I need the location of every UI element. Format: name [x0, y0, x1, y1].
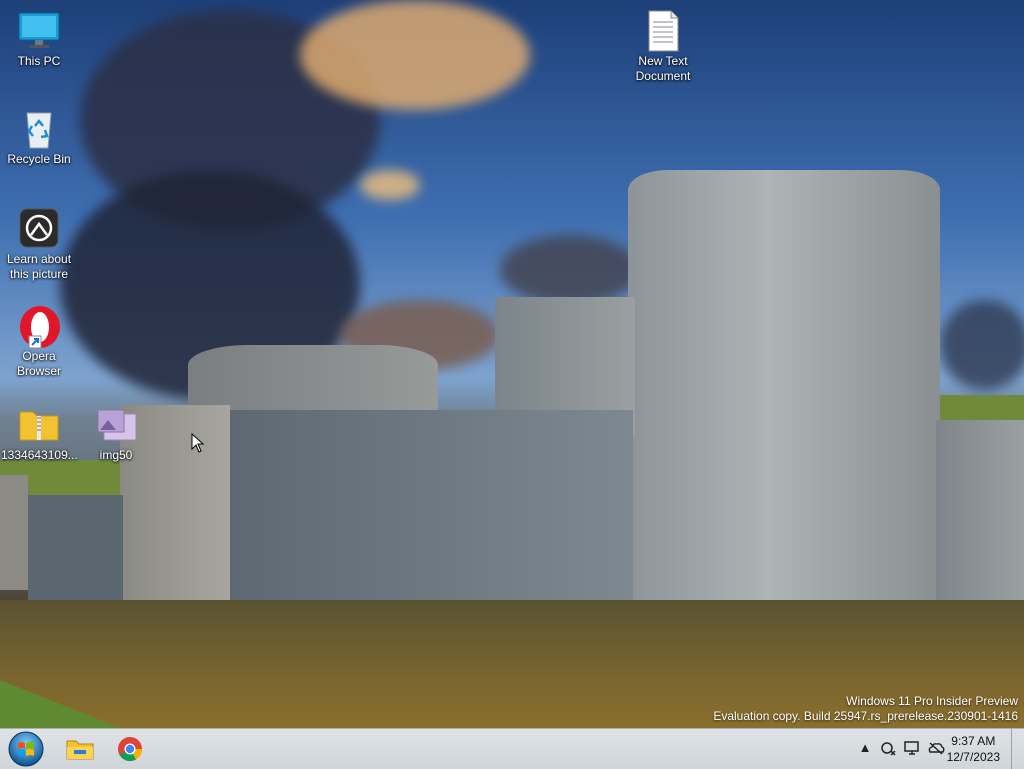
chrome-icon [118, 737, 142, 762]
monitor-icon [17, 10, 61, 50]
desktop-icon-zip-folder[interactable]: 1334643109... [1, 404, 78, 463]
wallpaper-cloud [500, 235, 640, 305]
desktop-icon-label: 1334643109... [1, 448, 78, 462]
taskbar-clock[interactable]: 9:37 AM 12/7/2023 [947, 733, 1000, 765]
start-button[interactable] [4, 731, 48, 767]
taskbar: ▲ 9:37 AM 12/7/2023 [0, 728, 1024, 769]
opera-icon [17, 305, 61, 349]
desktop-icon-label: Learn about this picture [6, 252, 72, 281]
castle-wall [0, 475, 28, 590]
windows-watermark: Windows 11 Pro Insider Preview Evaluatio… [713, 694, 1018, 724]
text-document-icon [641, 10, 685, 52]
castle-wall [936, 420, 1024, 610]
desktop-icon-this-pc[interactable]: This PC [1, 10, 77, 69]
network-icon[interactable] [879, 739, 897, 757]
desktop-icon-label: Recycle Bin [7, 152, 71, 166]
watermark-line-2: Evaluation copy. Build 25947.rs_prerelea… [713, 709, 1018, 723]
desktop-icon-recycle-bin[interactable]: Recycle Bin [1, 108, 77, 167]
zip-folder-icon [17, 404, 61, 444]
chevron-up-icon[interactable]: ▲ [856, 739, 874, 757]
wallpaper-cloud [940, 300, 1024, 390]
onedrive-offline-icon[interactable] [927, 739, 945, 757]
desktop-icon-img50[interactable]: img50 [78, 404, 154, 463]
desktop-icon-new-text-document[interactable]: New Text Document [625, 10, 701, 84]
mouse-cursor-icon [191, 433, 205, 453]
display-icon[interactable] [903, 739, 921, 757]
taskbar-chrome[interactable] [108, 731, 152, 767]
desktop-icon-label: img50 [99, 448, 133, 462]
wallpaper-cloud [360, 170, 420, 200]
start-orb-icon [8, 731, 44, 767]
clock-date: 12/7/2023 [946, 750, 1000, 764]
image-file-icon [94, 404, 138, 444]
castle-wall [28, 495, 123, 600]
wallpaper-cloud [300, 0, 530, 110]
desktop-wallpaper: This PC Recycle Bin Learn about this pic… [0, 0, 1024, 728]
watermark-line-1: Windows 11 Pro Insider Preview [846, 694, 1018, 708]
desktop-icon-opera-browser[interactable]: Opera Browser [1, 305, 77, 379]
show-desktop-button[interactable] [1011, 729, 1024, 769]
desktop-icon-label: Opera Browser [16, 349, 61, 378]
desktop-icon-label: New Text Document [635, 54, 691, 83]
clock-time: 9:37 AM [951, 734, 996, 748]
file-explorer-icon [66, 740, 94, 760]
recycle-bin-icon [17, 108, 61, 149]
desktop-icon-label: This PC [17, 54, 61, 68]
taskbar-file-explorer[interactable] [58, 731, 102, 767]
desktop-icon-learn-about-picture[interactable]: Learn about this picture [1, 208, 77, 282]
camera-icon [17, 208, 61, 248]
